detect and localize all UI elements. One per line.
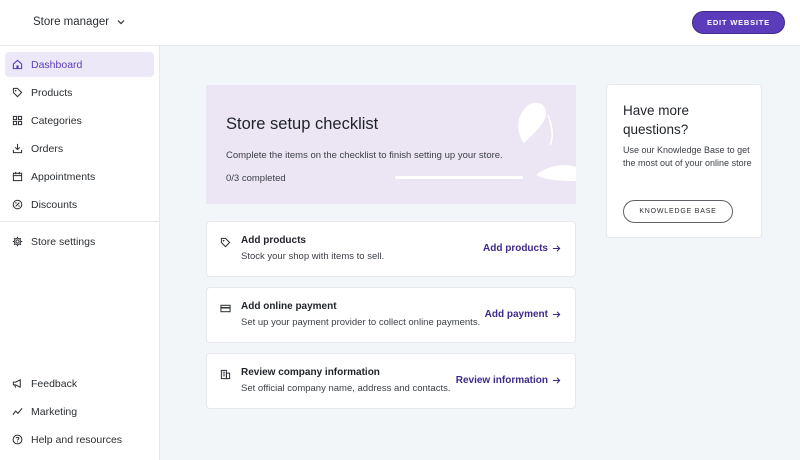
sidebar-item-label: Orders bbox=[31, 142, 64, 155]
sidebar-item-store-settings[interactable]: Store settings bbox=[5, 229, 154, 254]
grid-icon bbox=[12, 115, 23, 126]
decorative-shapes-icon bbox=[518, 102, 576, 181]
calendar-icon bbox=[12, 171, 23, 182]
trend-icon bbox=[12, 407, 23, 416]
store-name: Store manager bbox=[33, 16, 110, 28]
sidebar-item-products[interactable]: Products bbox=[5, 80, 154, 105]
help-icon bbox=[12, 434, 23, 445]
checklist-progress-bar bbox=[395, 176, 523, 179]
download-tray-icon bbox=[12, 143, 23, 154]
task-description: Set up your payment provider to collect … bbox=[241, 317, 481, 328]
sidebar-item-label: Feedback bbox=[31, 377, 78, 390]
add-products-link[interactable]: Add products bbox=[483, 243, 561, 254]
sidebar-item-label: Discounts bbox=[31, 198, 78, 211]
help-card: Have more questions? Use our Knowledge B… bbox=[606, 84, 762, 238]
sidebar-item-label: Appointments bbox=[31, 170, 96, 183]
tag-icon bbox=[12, 87, 23, 98]
sidebar-item-label: Store settings bbox=[31, 235, 96, 248]
sidebar-item-feedback[interactable]: Feedback bbox=[5, 371, 154, 396]
sidebar-item-categories[interactable]: Categories bbox=[5, 108, 154, 133]
sidebar-divider bbox=[0, 221, 159, 222]
setup-checklist-hero: Store setup checklist Complete the items… bbox=[206, 85, 576, 204]
sidebar-item-label: Marketing bbox=[31, 405, 78, 418]
building-icon bbox=[220, 369, 231, 380]
sidebar-item-marketing[interactable]: Marketing bbox=[5, 399, 154, 424]
sidebar-item-appointments[interactable]: Appointments bbox=[5, 164, 154, 189]
knowledge-base-button[interactable]: KNOWLEDGE BASE bbox=[623, 200, 733, 223]
sidebar-item-orders[interactable]: Orders bbox=[5, 136, 154, 161]
sidebar-item-label: Products bbox=[31, 86, 73, 99]
task-title: Review company information bbox=[241, 367, 380, 378]
sidebar: Dashboard Products Categories Orders App… bbox=[0, 46, 160, 460]
gear-icon bbox=[12, 236, 23, 247]
task-description: Set official company name, address and c… bbox=[241, 383, 451, 394]
task-title: Add products bbox=[241, 235, 306, 246]
add-payment-link[interactable]: Add payment bbox=[485, 309, 561, 320]
arrow-right-icon bbox=[552, 245, 561, 252]
task-link-label: Add products bbox=[483, 243, 548, 254]
discount-icon bbox=[12, 199, 23, 210]
task-description: Stock your shop with items to sell. bbox=[241, 251, 385, 262]
top-bar: Store manager EDIT WEBSITE bbox=[0, 0, 800, 46]
task-link-label: Review information bbox=[455, 375, 548, 386]
chevron-down-icon bbox=[117, 20, 125, 25]
checklist-progress-text: 0/3 completed bbox=[226, 173, 286, 184]
sidebar-item-dashboard[interactable]: Dashboard bbox=[5, 52, 154, 77]
task-card-add-payment: Add online payment Set up your payment p… bbox=[206, 287, 576, 343]
tag-icon bbox=[220, 237, 231, 248]
sidebar-item-discounts[interactable]: Discounts bbox=[5, 192, 154, 217]
megaphone-icon bbox=[12, 379, 21, 388]
help-title: Have more questions? bbox=[623, 103, 690, 137]
card-icon bbox=[220, 304, 231, 313]
task-link-label: Add payment bbox=[484, 309, 548, 320]
task-card-review-company: Review company information Set official … bbox=[206, 353, 576, 409]
store-switcher[interactable]: Store manager bbox=[33, 16, 126, 28]
sidebar-item-label: Help and resources bbox=[31, 433, 123, 446]
arrow-right-icon bbox=[552, 311, 561, 318]
arrow-right-icon bbox=[552, 377, 561, 384]
help-description: Use our Knowledge Base to get the most o… bbox=[623, 145, 752, 168]
review-information-link[interactable]: Review information bbox=[456, 375, 561, 386]
home-icon bbox=[12, 59, 23, 70]
sidebar-item-label: Categories bbox=[31, 114, 82, 127]
sidebar-item-help[interactable]: Help and resources bbox=[5, 427, 154, 452]
checklist-title: Store setup checklist bbox=[226, 115, 379, 133]
sidebar-item-label: Dashboard bbox=[31, 58, 83, 71]
checklist-description: Complete the items on the checklist to f… bbox=[226, 150, 503, 161]
edit-website-button[interactable]: EDIT WEBSITE bbox=[692, 11, 785, 34]
task-title: Add online payment bbox=[241, 301, 337, 312]
task-card-add-products: Add products Stock your shop with items … bbox=[206, 221, 576, 277]
